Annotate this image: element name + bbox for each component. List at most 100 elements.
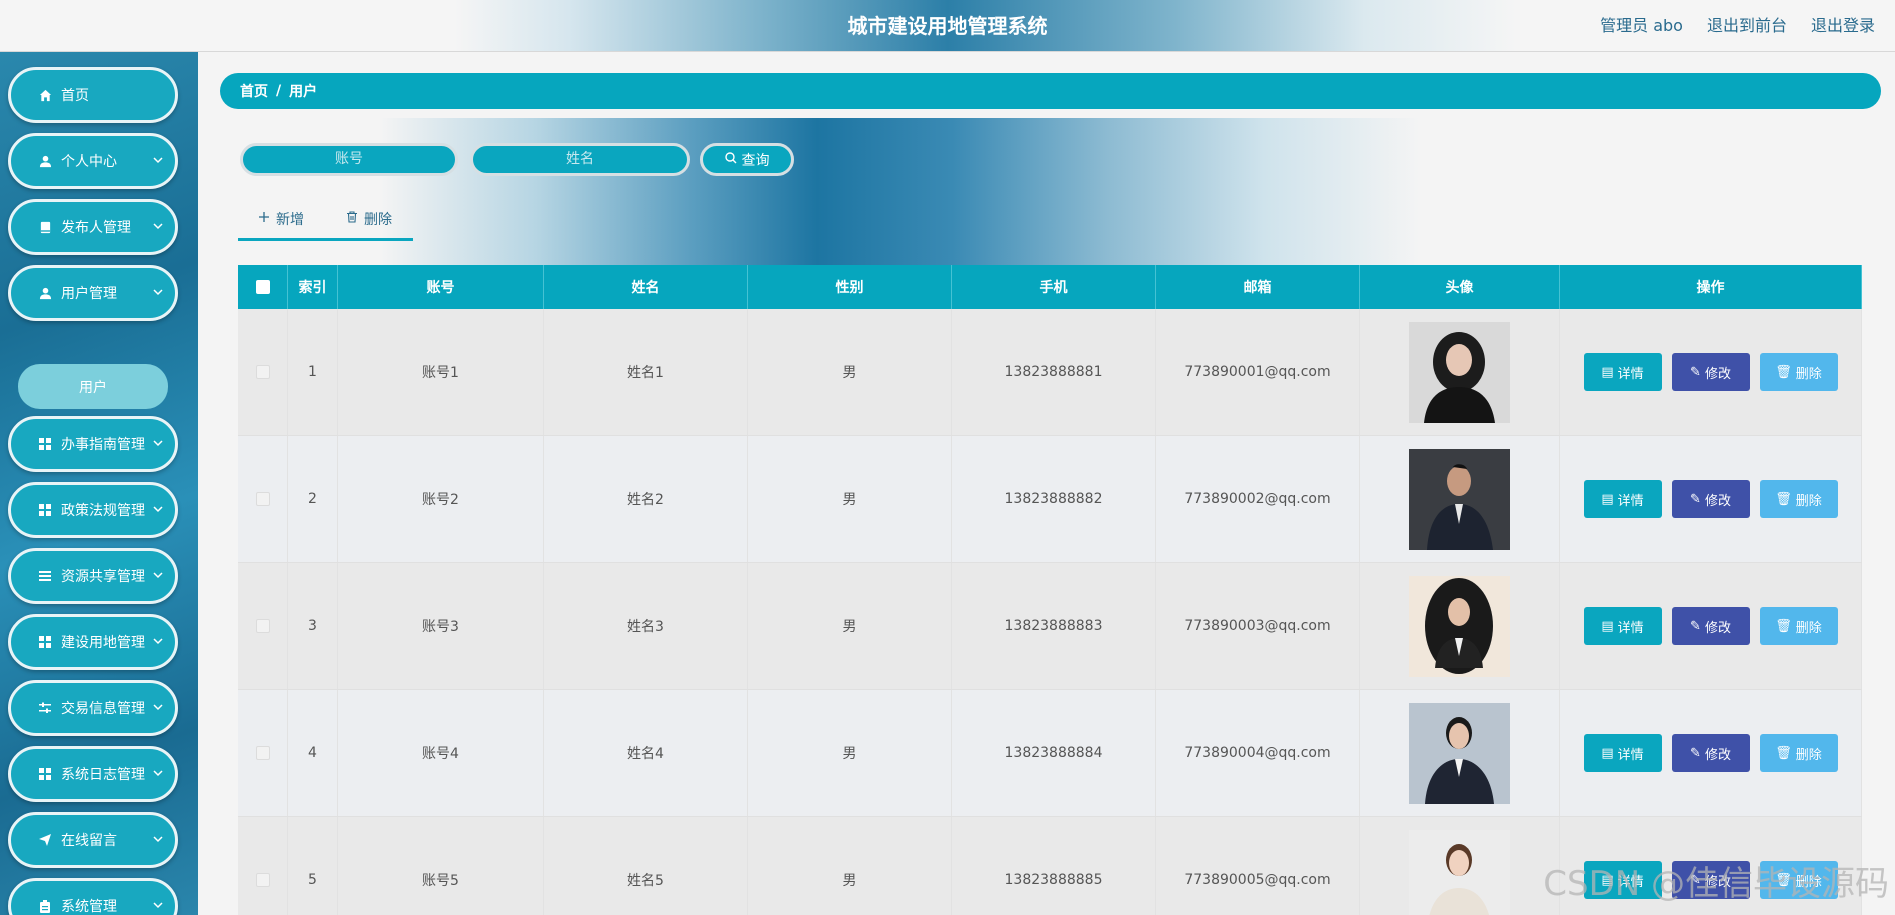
header-avatar: 头像 [1360, 265, 1560, 309]
delete-button[interactable]: 🗑 删除 [1759, 734, 1838, 772]
avatar [1409, 448, 1510, 550]
trash-icon [346, 211, 358, 227]
clipboard-icon [37, 899, 53, 913]
edit-button-label: 修改 [1704, 366, 1731, 382]
cell-gender: 男 [748, 309, 952, 435]
cell-account: 账号4 [338, 690, 544, 816]
cell-index: 1 [288, 309, 338, 435]
detail-button-label: 详情 [1617, 747, 1644, 763]
account-search-input[interactable]: 账号 [240, 143, 458, 176]
exit-to-front-link[interactable]: 退出到前台 [1707, 12, 1787, 36]
sidebar-item-label: 交易信息管理 [61, 701, 145, 717]
list-icon [37, 570, 53, 582]
trash-icon: 🗑 [1775, 491, 1792, 507]
select-all-cell[interactable] [238, 265, 288, 309]
plus-icon [258, 211, 270, 227]
sidebar-item-home[interactable]: 首页 [8, 67, 178, 123]
edit-button[interactable]: ✎ 修改 [1671, 353, 1750, 391]
chevron-down-icon [153, 835, 163, 846]
watermark: CSDN @佳信毕设源码 [1543, 864, 1889, 904]
chevron-down-icon [153, 703, 163, 714]
sidebar-item-message[interactable]: 在线留言 [8, 812, 178, 868]
sidebar-item-policy[interactable]: 政策法规管理 [8, 482, 178, 538]
table-row: 4 账号4 姓名4 男 13823888884 773890004@qq.com… [238, 690, 1862, 817]
row-checkbox[interactable] [255, 619, 270, 633]
chevron-down-icon [153, 222, 163, 233]
sidebar-item-trade[interactable]: 交易信息管理 [8, 680, 178, 736]
chevron-down-icon [153, 156, 163, 167]
cell-name: 姓名1 [544, 309, 748, 435]
select-all-checkbox[interactable] [255, 280, 270, 294]
detail-button[interactable]: ▤ 详情 [1583, 353, 1662, 391]
trash-icon: 🗑 [1775, 618, 1792, 634]
cell-phone: 13823888885 [952, 817, 1156, 915]
row-checkbox[interactable] [255, 746, 270, 760]
sidebar-item-resource[interactable]: 资源共享管理 [8, 548, 178, 604]
detail-button[interactable]: ▤ 详情 [1583, 734, 1662, 772]
delete-button[interactable]: 🗑 删除 [1759, 353, 1838, 391]
table-row: 1 账号1 姓名1 男 13823888881 773890001@qq.com… [238, 309, 1862, 436]
sidebar-item-publisher[interactable]: 发布人管理 [8, 199, 178, 255]
cell-name: 姓名2 [544, 436, 748, 562]
cell-phone: 13823888884 [952, 690, 1156, 816]
avatar [1409, 575, 1510, 677]
sidebar-item-log[interactable]: 系统日志管理 [8, 746, 178, 802]
row-checkbox[interactable] [255, 492, 270, 506]
cell-email: 773890001@qq.com [1156, 309, 1360, 435]
breadcrumb-separator: / [276, 83, 282, 99]
chevron-down-icon [153, 505, 163, 516]
delete-button[interactable]: 🗑 删除 [1759, 480, 1838, 518]
breadcrumb: 首页 / 用户 [220, 73, 1881, 109]
add-button[interactable]: 新增 [258, 209, 304, 229]
delete-button-label: 删除 [1795, 366, 1822, 382]
document-icon: ▤ [1601, 618, 1614, 634]
detail-button[interactable]: ▤ 详情 [1583, 480, 1662, 518]
cell-phone: 13823888881 [952, 309, 1156, 435]
edit-button[interactable]: ✎ 修改 [1671, 480, 1750, 518]
sidebar-item-personal-center[interactable]: 个人中心 [8, 133, 178, 189]
edit-button[interactable]: ✎ 修改 [1671, 734, 1750, 772]
row-checkbox[interactable] [255, 365, 270, 379]
batch-delete-label: 删除 [364, 212, 392, 228]
sidebar-item-label: 系统管理 [61, 899, 117, 915]
sidebar-item-label: 系统日志管理 [61, 767, 145, 783]
trash-icon: 🗑 [1775, 364, 1792, 380]
sidebar-subitem-user[interactable]: 用户 [18, 364, 168, 409]
sidebar-item-guide[interactable]: 办事指南管理 [8, 416, 178, 472]
edit-button[interactable]: ✎ 修改 [1671, 607, 1750, 645]
cell-phone: 13823888882 [952, 436, 1156, 562]
breadcrumb-home[interactable]: 首页 [240, 81, 268, 101]
top-header: 城市建设用地管理系统 管理员 abo 退出到前台 退出登录 [0, 0, 1895, 52]
chevron-down-icon [153, 637, 163, 648]
delete-button-label: 删除 [1795, 493, 1822, 509]
detail-button[interactable]: ▤ 详情 [1583, 607, 1662, 645]
delete-button-label: 删除 [1795, 747, 1822, 763]
home-icon [37, 89, 53, 102]
edit-button-label: 修改 [1704, 747, 1731, 763]
row-checkbox[interactable] [255, 873, 270, 887]
search-button-label: 查询 [741, 152, 770, 169]
sidebar-item-system[interactable]: 系统管理 [8, 878, 178, 915]
sidebar: 首页 个人中心 发布人管理 用户管理 用户 办事指南管理 政策法规管理 资源共享… [0, 52, 198, 915]
cell-email: 773890003@qq.com [1156, 563, 1360, 689]
avatar [1409, 702, 1510, 804]
breadcrumb-current: 用户 [289, 84, 318, 100]
delete-button[interactable]: 🗑 删除 [1759, 607, 1838, 645]
sidebar-item-land[interactable]: 建设用地管理 [8, 614, 178, 670]
sidebar-item-user-management[interactable]: 用户管理 [8, 265, 178, 321]
header-name: 姓名 [544, 265, 748, 309]
batch-delete-button[interactable]: 删除 [346, 209, 392, 229]
header-email: 邮箱 [1156, 265, 1360, 309]
user-icon [37, 287, 53, 300]
cell-index: 5 [288, 817, 338, 915]
logout-link[interactable]: 退出登录 [1811, 12, 1875, 36]
grid-icon [37, 768, 53, 780]
top-links: 管理员 abo 退出到前台 退出登录 [1600, 12, 1875, 36]
avatar [1409, 829, 1510, 915]
detail-button-label: 详情 [1617, 620, 1644, 636]
cell-account: 账号2 [338, 436, 544, 562]
search-button[interactable]: 查询 [700, 143, 794, 176]
send-icon [37, 834, 53, 846]
name-search-input[interactable]: 姓名 [470, 143, 690, 176]
header-phone: 手机 [952, 265, 1156, 309]
